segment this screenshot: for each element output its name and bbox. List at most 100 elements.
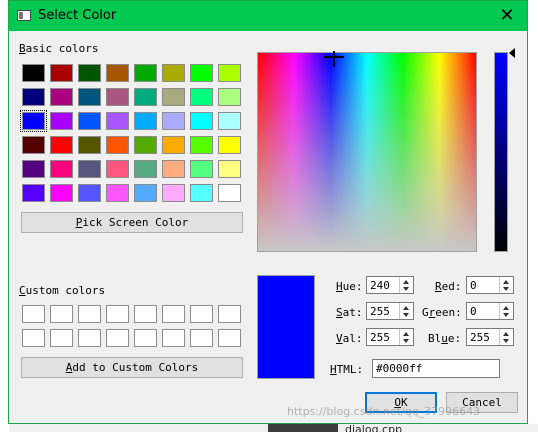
blue-spinbox[interactable]: 255 [466, 328, 514, 346]
basic-color-swatch[interactable] [134, 184, 157, 202]
basic-color-swatch[interactable] [106, 88, 129, 106]
basic-color-swatch[interactable] [218, 160, 241, 178]
html-label: HTML: [330, 363, 364, 376]
basic-color-swatch[interactable] [218, 184, 241, 202]
custom-color-swatch[interactable] [162, 305, 185, 323]
basic-color-swatch[interactable] [106, 160, 129, 178]
basic-color-swatch[interactable] [50, 184, 73, 202]
sat-spinbox[interactable]: 255 [366, 302, 414, 320]
custom-color-swatch[interactable] [50, 329, 73, 347]
close-button[interactable]: ✕ [487, 1, 527, 31]
custom-colors-label: Custom colors [19, 284, 106, 297]
basic-color-swatch[interactable] [78, 64, 101, 82]
basic-color-swatch[interactable] [134, 64, 157, 82]
title-bar[interactable]: Select Color ✕ [9, 1, 527, 31]
basic-color-swatch[interactable] [50, 136, 73, 154]
sat-label: Sat: [336, 306, 363, 319]
background-dark-panel [268, 424, 338, 432]
basic-color-swatch[interactable] [78, 88, 101, 106]
sat-value: 255 [370, 305, 390, 318]
custom-color-swatch[interactable] [190, 329, 213, 347]
basic-color-swatch[interactable] [162, 64, 185, 82]
hue-spinbox[interactable]: 240 [366, 276, 414, 294]
color-spectrum[interactable] [257, 51, 477, 252]
basic-color-swatch[interactable] [106, 136, 129, 154]
basic-color-swatch[interactable] [134, 112, 157, 130]
custom-color-swatch[interactable] [162, 329, 185, 347]
basic-color-swatch[interactable] [218, 112, 241, 130]
spin-arrows-icon[interactable] [399, 303, 413, 319]
custom-color-swatch[interactable] [218, 329, 241, 347]
custom-color-swatch[interactable] [50, 305, 73, 323]
luminance-arrow-icon[interactable] [509, 48, 515, 58]
red-spinbox[interactable]: 0 [466, 276, 514, 294]
spin-arrows-icon[interactable] [499, 277, 513, 293]
custom-color-swatch[interactable] [190, 305, 213, 323]
basic-color-swatch[interactable] [106, 112, 129, 130]
basic-colors-label: Basic colors [19, 42, 99, 55]
basic-color-swatch[interactable] [50, 112, 73, 130]
basic-color-swatch[interactable] [22, 160, 45, 178]
basic-color-swatch[interactable] [50, 64, 73, 82]
color-preview [257, 275, 315, 379]
basic-color-swatch[interactable] [20, 110, 47, 132]
basic-color-swatch[interactable] [50, 88, 73, 106]
basic-color-swatch[interactable] [50, 160, 73, 178]
basic-color-swatch[interactable] [78, 160, 101, 178]
pick-screen-color-button[interactable]: Pick Screen Color [21, 212, 243, 233]
custom-color-swatch[interactable] [78, 305, 101, 323]
custom-color-swatch[interactable] [22, 305, 45, 323]
select-color-dialog: Select Color ✕ Basic colors Pick Screen … [8, 0, 528, 424]
custom-color-swatch[interactable] [22, 329, 45, 347]
basic-color-swatch[interactable] [22, 88, 45, 106]
basic-color-swatch[interactable] [78, 136, 101, 154]
basic-color-swatch[interactable] [22, 184, 45, 202]
basic-color-swatch[interactable] [162, 136, 185, 154]
red-label: Red: [435, 280, 462, 293]
spin-arrows-icon[interactable] [499, 329, 513, 345]
window-icon [17, 10, 31, 21]
basic-color-swatch[interactable] [106, 184, 129, 202]
html-input[interactable]: #0000ff [372, 359, 500, 378]
basic-color-swatch[interactable] [190, 136, 213, 154]
custom-color-swatch[interactable] [134, 305, 157, 323]
basic-color-swatch[interactable] [190, 160, 213, 178]
basic-color-swatch[interactable] [22, 136, 45, 154]
basic-color-swatch[interactable] [190, 184, 213, 202]
spin-arrows-icon[interactable] [499, 303, 513, 319]
basic-color-swatch[interactable] [134, 160, 157, 178]
basic-color-swatch[interactable] [190, 88, 213, 106]
basic-color-swatch[interactable] [134, 88, 157, 106]
basic-color-swatch[interactable] [218, 136, 241, 154]
basic-color-swatch[interactable] [22, 64, 45, 82]
basic-color-swatch[interactable] [218, 88, 241, 106]
val-label: Val: [336, 332, 363, 345]
spin-arrows-icon[interactable] [399, 329, 413, 345]
green-value: 0 [470, 305, 477, 318]
basic-color-swatch[interactable] [190, 64, 213, 82]
basic-color-swatch[interactable] [106, 64, 129, 82]
custom-color-swatch[interactable] [106, 329, 129, 347]
basic-color-swatch[interactable] [218, 64, 241, 82]
green-spinbox[interactable]: 0 [466, 302, 514, 320]
basic-color-swatch[interactable] [162, 88, 185, 106]
hue-label: Hue: [336, 280, 363, 293]
basic-color-swatch[interactable] [78, 184, 101, 202]
basic-color-swatch[interactable] [190, 112, 213, 130]
custom-color-swatch[interactable] [106, 305, 129, 323]
crosshair-icon[interactable] [324, 51, 344, 67]
val-spinbox[interactable]: 255 [366, 328, 414, 346]
add-to-custom-colors-button[interactable]: Add to Custom Colors [21, 357, 243, 378]
spin-arrows-icon[interactable] [399, 277, 413, 293]
blue-value: 255 [470, 331, 490, 344]
custom-color-swatch[interactable] [78, 329, 101, 347]
basic-color-swatch[interactable] [162, 184, 185, 202]
basic-color-swatch[interactable] [162, 160, 185, 178]
basic-color-swatch[interactable] [78, 112, 101, 130]
luminance-slider[interactable] [494, 52, 508, 252]
watermark: https://blog.csdn.net/qq_37996643 [287, 405, 481, 418]
basic-color-swatch[interactable] [134, 136, 157, 154]
custom-color-swatch[interactable] [218, 305, 241, 323]
custom-color-swatch[interactable] [134, 329, 157, 347]
basic-color-swatch[interactable] [162, 112, 185, 130]
